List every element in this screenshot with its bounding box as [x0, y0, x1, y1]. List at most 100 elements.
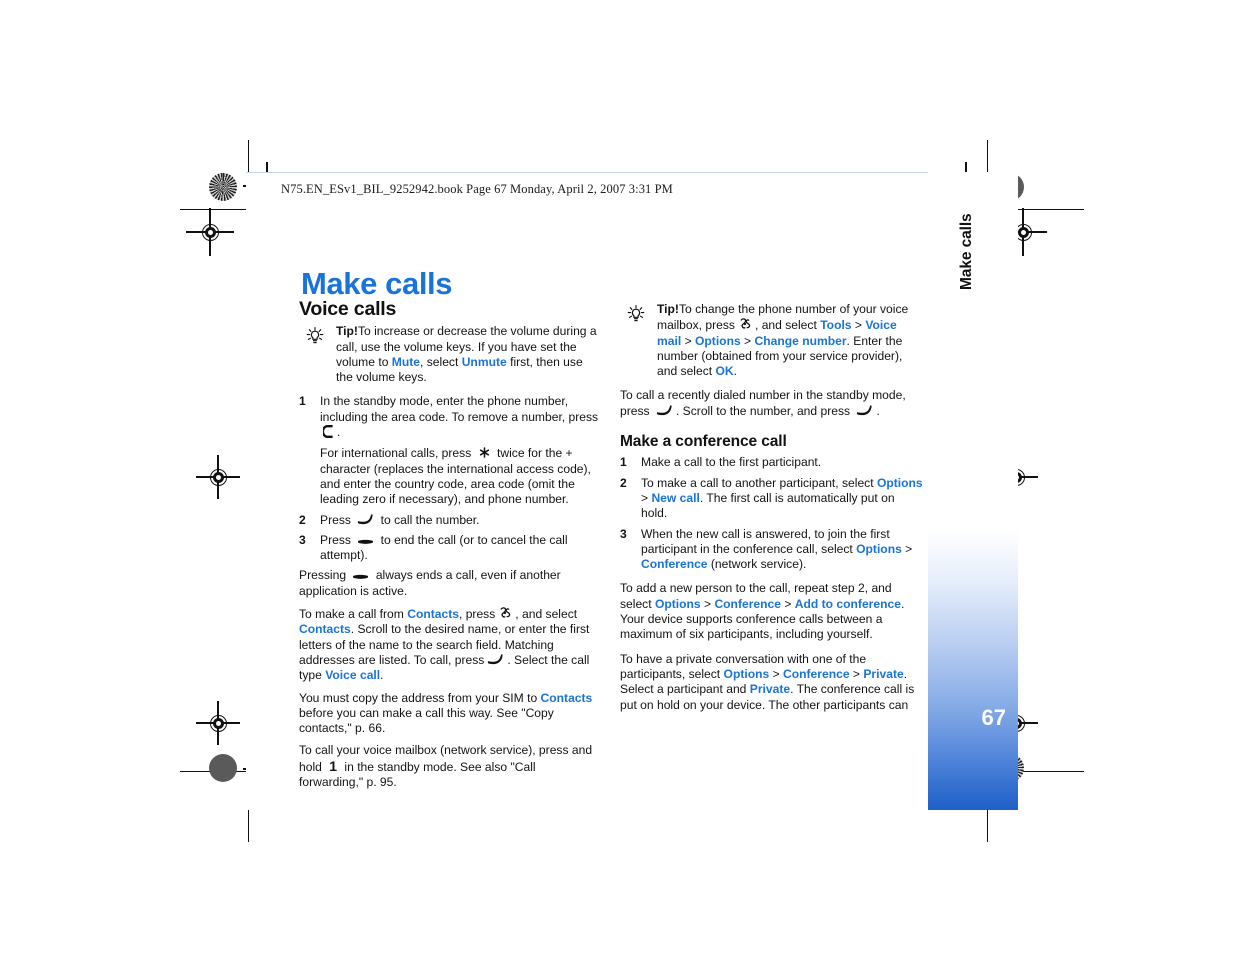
- sep-2: >: [780, 596, 795, 611]
- link-options[interactable]: Options: [724, 667, 770, 681]
- text-3: , and select: [515, 607, 578, 622]
- link-change-number[interactable]: Change number: [754, 334, 846, 348]
- step-text-2: to call the number.: [380, 512, 480, 527]
- clear-key-icon: [323, 425, 333, 439]
- text-1: You must copy the address from your SIM …: [299, 690, 541, 705]
- tip-label: Tip!: [657, 302, 679, 316]
- link-add-to-conference[interactable]: Add to conference: [795, 597, 901, 611]
- paragraph-call-from-contacts: To make a call from Contacts, press , an…: [299, 606, 602, 683]
- step-text: To make a call to another participant, s…: [641, 475, 877, 490]
- step-text: Press: [320, 512, 351, 527]
- list-item: 3 Press to end the call (or to cancel th…: [299, 533, 602, 564]
- section-heading-conference-call: Make a conference call: [620, 433, 787, 451]
- tip-sep-2: >: [681, 333, 695, 348]
- link-options[interactable]: Options: [856, 542, 902, 556]
- step-text-2: (network service).: [707, 557, 807, 572]
- chapter-tab-label-wrap: Make calls: [928, 172, 1018, 372]
- sep-1: >: [700, 596, 715, 611]
- list-item: 2 To make a call to another participant, …: [620, 476, 923, 522]
- step-sep: >: [641, 490, 652, 505]
- text-1: To make a call from: [299, 607, 408, 622]
- call-key-icon: [358, 513, 373, 524]
- one-key-icon: 1: [329, 757, 338, 774]
- registration-mark-top-left-outer: [186, 208, 234, 256]
- lightbulb-icon: [306, 327, 324, 344]
- page-title: Make calls: [301, 265, 453, 301]
- link-conference[interactable]: Conference: [641, 557, 708, 571]
- registration-mark-lower-left: [196, 701, 240, 745]
- link-private-2[interactable]: Private: [750, 682, 790, 696]
- link-new-call[interactable]: New call: [651, 491, 699, 505]
- paragraph-sim-copy: You must copy the address from your SIM …: [299, 691, 602, 737]
- step-text: Make a call to the first participant.: [641, 455, 822, 470]
- link-conference[interactable]: Conference: [714, 597, 781, 611]
- link-contacts-2[interactable]: Contacts: [299, 622, 351, 636]
- link-conference[interactable]: Conference: [783, 667, 850, 681]
- paragraph-private-conversation: To have a private conversation with one …: [620, 652, 923, 713]
- step-number: 3: [299, 532, 306, 547]
- list-item: 2 Press to call the number.: [299, 513, 602, 528]
- step-number: 2: [299, 512, 306, 527]
- registration-mark-mid-left: [196, 455, 240, 499]
- step-number: 1: [620, 455, 627, 470]
- text-3: .: [876, 403, 880, 418]
- list-item: 1 In the standby mode, enter the phone n…: [299, 394, 602, 507]
- registration-dot-bottom-left: [209, 754, 237, 782]
- tip-voice-mailbox-number: Tip!To change the phone number of your v…: [620, 302, 923, 379]
- step-number: 2: [620, 475, 627, 490]
- sep-2: >: [849, 666, 864, 681]
- call-key-icon: [656, 405, 672, 415]
- end-key-icon: [358, 539, 374, 544]
- tip-sep-1: >: [851, 318, 866, 333]
- chapter-tab-label: Make calls: [958, 213, 975, 290]
- paragraph-add-participant: To add a new person to the call, repeat …: [620, 581, 923, 642]
- tip-text-4: .: [733, 364, 738, 379]
- step-text: In the standby mode, enter the phone num…: [320, 394, 599, 424]
- link-options[interactable]: Options: [877, 476, 923, 490]
- menu-key-icon: [740, 318, 751, 329]
- print-header-text: N75.EN_ESv1_BIL_9252942.book Page 67 Mon…: [281, 182, 673, 196]
- call-key-icon: [488, 654, 503, 665]
- section-heading-voice-calls: Voice calls: [299, 298, 397, 320]
- link-contacts-1[interactable]: Contacts: [407, 607, 459, 621]
- link-options[interactable]: Options: [655, 597, 701, 611]
- tip-link-unmute[interactable]: Unmute: [462, 355, 507, 369]
- end-key-icon: [353, 575, 369, 580]
- right-column: Tip!To change the phone number of your v…: [620, 302, 923, 720]
- link-private-1[interactable]: Private: [863, 667, 903, 681]
- link-voice-call[interactable]: Voice call: [325, 668, 380, 682]
- link-options[interactable]: Options: [695, 334, 741, 348]
- lightbulb-icon: [627, 304, 645, 322]
- link-ok[interactable]: OK: [716, 364, 734, 378]
- paragraph-recent-dial: To call a recently dialed number in the …: [620, 388, 923, 419]
- page-number: 67: [981, 705, 1006, 730]
- text-6: .: [380, 668, 384, 683]
- tip-label: Tip!: [336, 324, 358, 339]
- text-2: . Scroll to the number, and press: [675, 403, 851, 418]
- tip-link-mute[interactable]: Mute: [392, 355, 420, 369]
- text-2: , press: [458, 607, 496, 622]
- asterisk-key-icon: [479, 447, 489, 459]
- link-contacts-3[interactable]: Contacts: [541, 691, 593, 705]
- step-number: 3: [620, 526, 627, 541]
- list-item: 1 Make a call to the first participant.: [620, 455, 923, 470]
- step-text: Press: [320, 532, 351, 547]
- tip-sep-3: >: [740, 333, 755, 348]
- step-continuation-text-1: For international calls, press: [320, 446, 472, 461]
- sep-1: >: [769, 666, 784, 681]
- registration-star-top-left: [209, 173, 237, 201]
- link-tools[interactable]: Tools: [820, 318, 851, 332]
- call-key-icon: [857, 405, 873, 415]
- step-text-2: .: [337, 425, 341, 440]
- paragraph-text-1: Pressing: [299, 568, 347, 583]
- step-sep: >: [901, 541, 913, 556]
- tip-volume: Tip!To increase or decrease the volume d…: [299, 324, 602, 385]
- tip-text-2: , and select: [754, 318, 821, 333]
- step-number: 1: [299, 394, 306, 409]
- text-2: before you can make a call this way. See…: [299, 705, 554, 736]
- tip-text-2: , select: [420, 354, 462, 369]
- list-item: 3 When the new call is answered, to join …: [620, 527, 923, 573]
- paragraph-voice-mailbox: To call your voice mailbox (network serv…: [299, 743, 602, 790]
- step-continuation: For international calls, press twice for…: [320, 446, 602, 507]
- menu-key-icon: [500, 607, 511, 618]
